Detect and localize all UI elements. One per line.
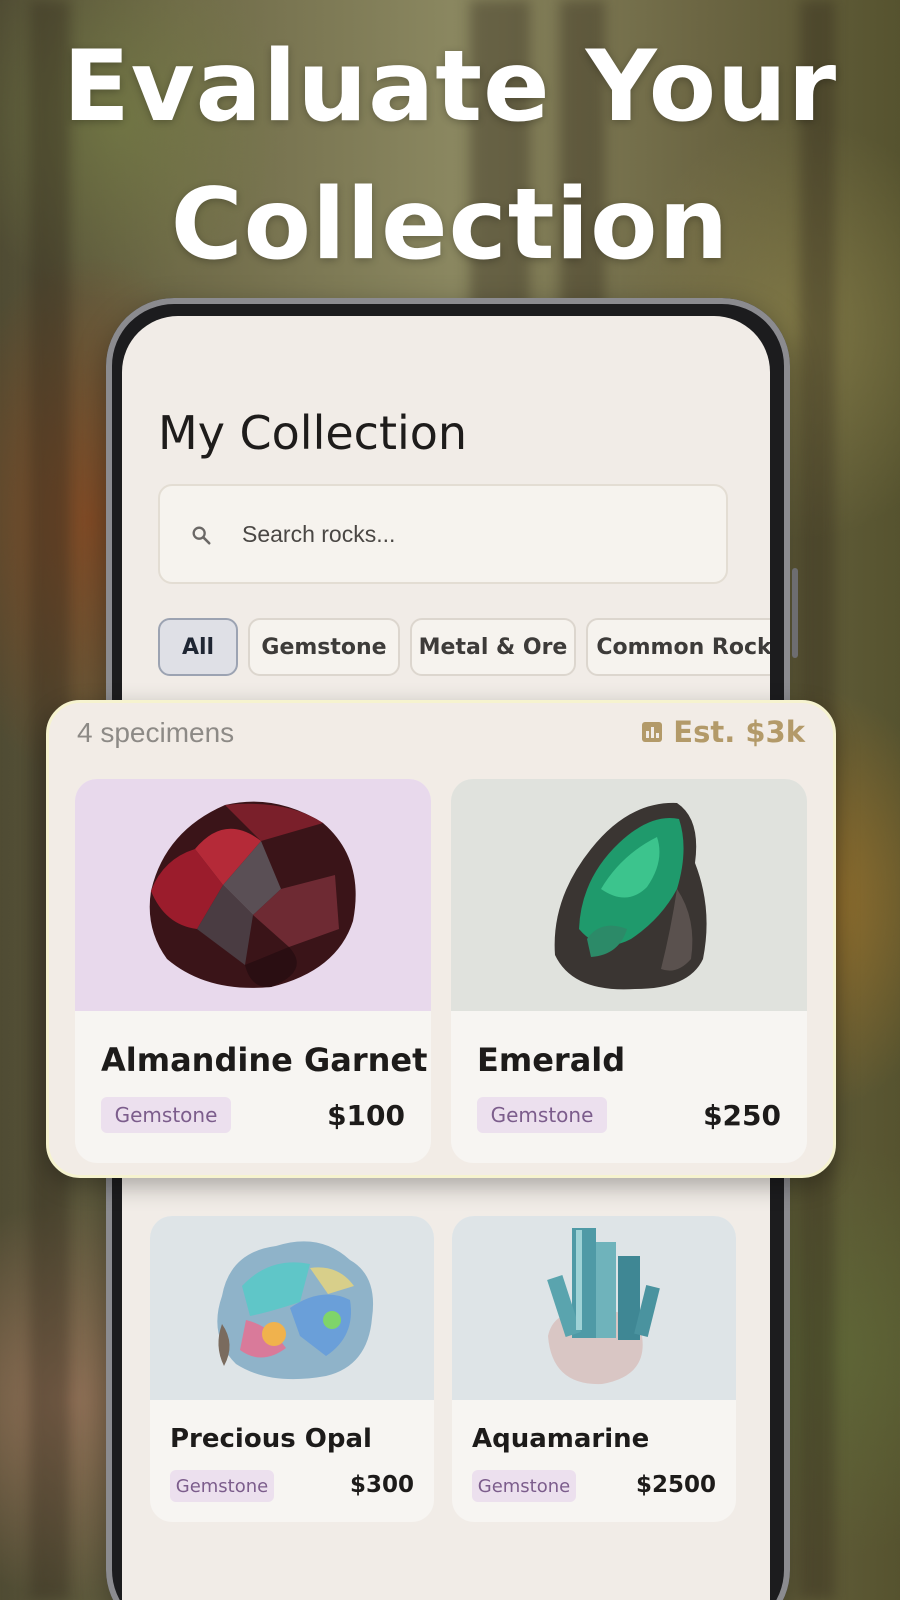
opal-image [150,1216,434,1400]
category-tag: Gemstone [477,1097,607,1133]
specimen-image-bg [451,779,807,1011]
collection-summary-overlay: 4 specimens Est. $3k Almandine Garnet Ge… [46,700,836,1178]
specimen-price: $100 [327,1099,405,1132]
headline-line-2: Collection [170,168,730,282]
bar-chart-icon [642,722,663,742]
search-bar[interactable] [158,484,728,584]
headline-line-1: Evaluate Your [62,30,838,144]
filter-chip-metal-ore[interactable]: Metal & Ore [410,618,576,676]
estimated-value-text: Est. $3k [673,715,805,749]
specimen-price: $250 [703,1099,781,1132]
headline: Evaluate Your Collection [0,18,900,294]
phone-side-button [792,568,798,658]
search-input[interactable] [242,486,712,582]
specimen-image-bg [150,1216,434,1400]
page-title: My Collection [158,406,468,460]
specimen-image-bg [75,779,431,1011]
specimen-price: $2500 [635,1472,716,1498]
category-tag: Gemstone [101,1097,231,1133]
specimen-name: Precious Opal [170,1424,372,1454]
specimen-name: Almandine Garnet [101,1041,428,1079]
aquamarine-image [452,1216,736,1400]
filter-chip-all[interactable]: All [158,618,238,676]
specimen-count: 4 specimens [77,717,235,748]
category-tag: Gemstone [472,1470,576,1502]
emerald-image [451,779,807,1011]
specimen-card-emerald[interactable]: Emerald Gemstone $250 [451,779,807,1163]
specimen-card-aquamarine[interactable]: Aquamarine Gemstone $2500 [452,1216,736,1522]
specimen-image-bg [452,1216,736,1400]
specimen-card-almandine-garnet[interactable]: Almandine Garnet Gemstone $100 [75,779,431,1163]
search-icon [192,526,211,545]
estimated-value: Est. $3k [641,715,805,749]
filter-chip-gemstone[interactable]: Gemstone [248,618,400,676]
category-tag: Gemstone [170,1470,274,1502]
specimen-card-precious-opal[interactable]: Precious Opal Gemstone $300 [150,1216,434,1522]
garnet-image [75,779,431,1011]
specimen-name: Aquamarine [472,1424,650,1454]
specimen-price: $300 [349,1472,414,1498]
specimen-name: Emerald [477,1041,626,1079]
filter-chip-common-rock[interactable]: Common Rock [586,618,770,676]
